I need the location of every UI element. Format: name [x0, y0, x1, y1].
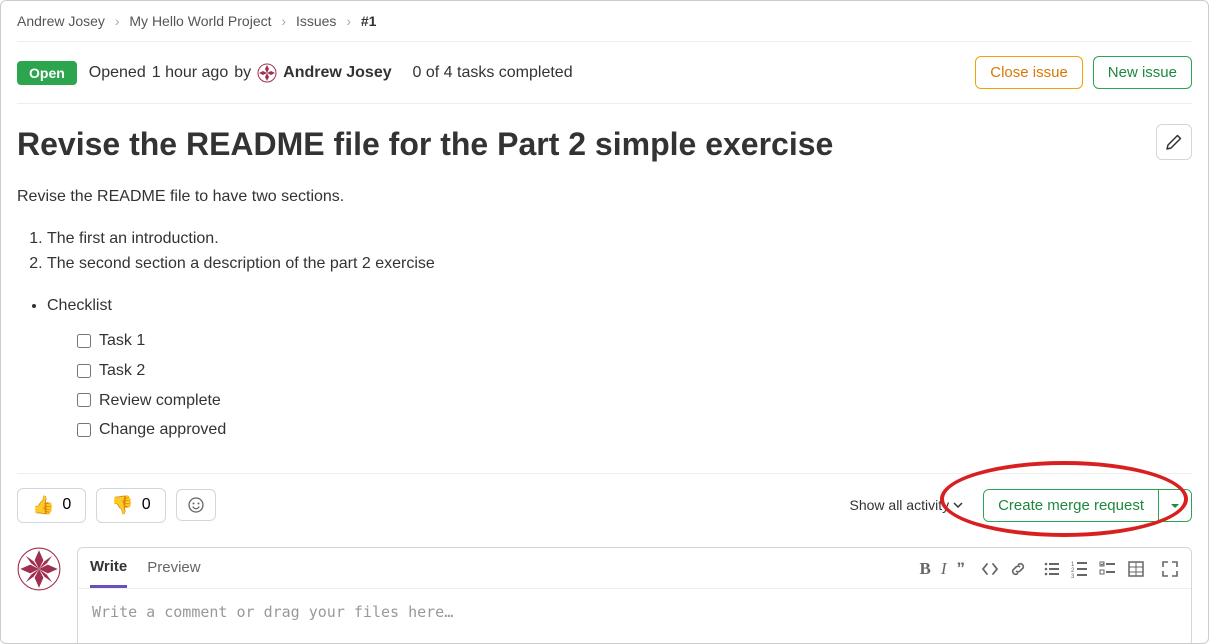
thumbs-down-count: 0 [142, 496, 151, 514]
checklist-label: Checklist [47, 293, 1192, 319]
breadcrumb-owner[interactable]: Andrew Josey [17, 13, 105, 29]
issue-header: Open Opened 1 hour ago by Andrew Josey 0… [17, 41, 1192, 103]
task-label: Task 2 [99, 358, 145, 384]
reactions-bar: 👍 0 👎 0 Show all activity Create merge r… [17, 473, 1192, 537]
bold-icon[interactable]: B [919, 559, 930, 579]
pencil-icon [1166, 134, 1182, 150]
svg-text:3: 3 [1071, 574, 1075, 578]
breadcrumb-project[interactable]: My Hello World Project [129, 13, 271, 29]
edit-issue-button[interactable] [1156, 124, 1192, 160]
task-checkbox[interactable] [77, 423, 91, 437]
comment-input[interactable] [78, 589, 1191, 644]
task-checkbox[interactable] [77, 334, 91, 348]
issue-description: Revise the README file to have two secti… [17, 174, 1192, 473]
create-merge-request-button[interactable]: Create merge request [984, 490, 1158, 521]
thumbs-down-icon: 👎 [111, 495, 133, 516]
author-link[interactable]: Andrew Josey [283, 64, 391, 82]
opened-label: Opened [89, 64, 146, 82]
add-reaction-button[interactable] [176, 489, 216, 521]
new-issue-button[interactable]: New issue [1093, 56, 1192, 89]
description-lead: Revise the README file to have two secti… [17, 184, 1192, 210]
task-item: Task 1 [77, 326, 1192, 356]
list-item: The second section a description of the … [47, 251, 1192, 277]
thumbs-up-button[interactable]: 👍 0 [17, 488, 86, 523]
quote-icon[interactable]: ” [957, 559, 966, 579]
fullscreen-icon[interactable] [1161, 560, 1179, 578]
breadcrumb-issues[interactable]: Issues [296, 13, 336, 29]
create-merge-request-group: Create merge request [983, 489, 1192, 522]
chevron-right-icon: › [281, 13, 286, 29]
bullet-list-icon[interactable] [1043, 560, 1061, 578]
list-item: The first an introduction. [47, 226, 1192, 252]
issue-title: Revise the README file for the Part 2 si… [17, 124, 1156, 164]
task-label: Review complete [99, 388, 221, 414]
activity-filter-label: Show all activity [850, 497, 950, 513]
by-label: by [234, 64, 251, 82]
status-badge: Open [17, 61, 77, 85]
thumbs-down-button[interactable]: 👎 0 [96, 488, 165, 523]
task-item: Task 2 [77, 356, 1192, 386]
tab-write[interactable]: Write [90, 558, 127, 588]
task-label: Task 1 [99, 328, 145, 354]
breadcrumb: Andrew Josey › My Hello World Project › … [17, 1, 1192, 41]
comment-editor: Write Preview B I ” 123 [77, 547, 1192, 644]
opened-time: 1 hour ago [152, 64, 229, 82]
task-item: Review complete [77, 386, 1192, 416]
chevron-down-icon [953, 500, 963, 510]
task-item: Change approved [77, 415, 1192, 445]
caret-down-icon [1171, 502, 1179, 510]
task-list: Task 1 Task 2 Review complete Change app… [77, 326, 1192, 444]
thumbs-up-count: 0 [62, 496, 71, 514]
table-icon[interactable] [1127, 560, 1145, 578]
task-progress: 0 of 4 tasks completed [413, 64, 573, 82]
task-label: Change approved [99, 417, 226, 443]
task-checkbox[interactable] [77, 393, 91, 407]
description-ordered-list: The first an introduction. The second se… [47, 226, 1192, 277]
chevron-right-icon: › [115, 13, 120, 29]
breadcrumb-issue-id: #1 [361, 13, 377, 29]
current-user-avatar [17, 547, 61, 591]
activity-filter-dropdown[interactable]: Show all activity [840, 491, 974, 519]
numbered-list-icon[interactable]: 123 [1071, 560, 1089, 578]
italic-icon[interactable]: I [941, 559, 947, 579]
code-icon[interactable] [981, 560, 999, 578]
task-list-icon[interactable] [1099, 560, 1117, 578]
chevron-right-icon: › [346, 13, 351, 29]
tab-preview[interactable]: Preview [147, 559, 200, 586]
link-icon[interactable] [1009, 560, 1027, 578]
thumbs-up-icon: 👍 [32, 495, 54, 516]
task-checkbox[interactable] [77, 364, 91, 378]
smiley-icon [187, 496, 205, 514]
close-issue-button[interactable]: Close issue [975, 56, 1083, 89]
editor-toolbar: B I ” 123 [919, 559, 1179, 587]
author-avatar-icon [257, 63, 277, 83]
create-merge-request-dropdown[interactable] [1158, 490, 1191, 521]
